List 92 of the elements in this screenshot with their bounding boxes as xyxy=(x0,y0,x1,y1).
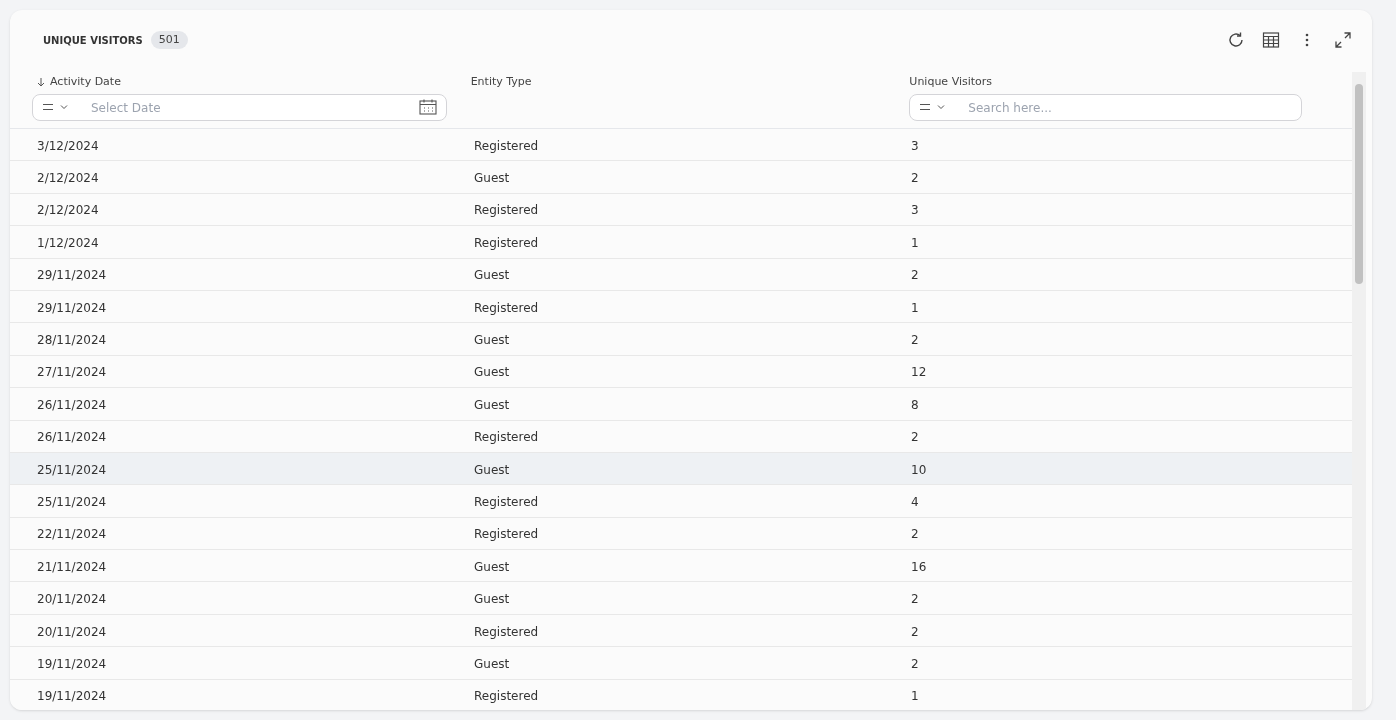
table-row[interactable]: 25/11/2024 Registered 4 xyxy=(10,485,1352,518)
table-cell: 22/11/2024 xyxy=(37,527,107,542)
table-cell: Guest xyxy=(474,397,510,412)
table-cell: Registered xyxy=(474,495,539,509)
table-cell: 21/11/2024 xyxy=(37,559,107,574)
operator-dropdown[interactable] xyxy=(919,103,946,111)
table-cell: 16 xyxy=(911,559,927,574)
scrollbar-thumb[interactable] xyxy=(1355,84,1363,284)
table-cell: 28/11/2024 xyxy=(37,333,107,348)
table-cell: Guest xyxy=(474,462,510,477)
table-row[interactable]: 28/11/2024 Guest 2 xyxy=(10,323,1352,356)
table-cell: Guest xyxy=(474,333,510,348)
table-row[interactable]: 21/11/2024 Guest 16 xyxy=(10,550,1352,583)
table-cell: Registered xyxy=(474,138,539,153)
column-header[interactable]: Entity Type xyxy=(470,73,532,91)
table-cell: 2/12/2024 xyxy=(37,203,99,218)
count-badge: 501 xyxy=(150,30,188,50)
table-cell: Guest xyxy=(474,365,510,380)
table-cell: 3/12/2024 xyxy=(37,138,99,153)
table-cell: 2/12/2024 xyxy=(37,171,99,186)
table-cell: 20/11/2024 xyxy=(37,624,107,639)
equals-icon xyxy=(919,103,932,111)
table-cell: 26/11/2024 xyxy=(37,397,107,412)
table-cell: 2 xyxy=(911,527,919,542)
table-cell: Registered xyxy=(474,235,539,250)
table-cell: 1 xyxy=(911,689,919,704)
table-row[interactable]: 2/12/2024 Registered 3 xyxy=(10,193,1352,227)
expand-icon[interactable] xyxy=(1334,31,1352,49)
table-cell: 20/11/2024 xyxy=(37,592,107,607)
calendar-icon[interactable] xyxy=(419,99,437,115)
table-cell: 26/11/2024 xyxy=(37,430,107,445)
table-row[interactable]: 1/12/2024 Registered 1 xyxy=(10,226,1352,259)
table-cell: 2 xyxy=(911,268,919,283)
table-cell: 27/11/2024 xyxy=(37,365,107,380)
table-row[interactable]: 19/11/2024 Registered 1 xyxy=(10,679,1352,710)
operator-dropdown[interactable] xyxy=(42,103,68,111)
table-cell: 3 xyxy=(911,203,919,218)
refresh-icon[interactable] xyxy=(1226,30,1246,50)
table-cell: 2 xyxy=(911,430,919,445)
table-cell: Guest xyxy=(474,656,510,671)
table-cell: 2 xyxy=(911,624,919,639)
table-cell: 29/11/2024 xyxy=(37,268,107,283)
table-cell: Registered xyxy=(474,527,539,542)
table-cell: 10 xyxy=(911,462,927,477)
table-row[interactable]: 25/11/2024 Guest 10 xyxy=(10,452,1352,486)
table-cell: 2 xyxy=(911,656,919,671)
table-cell: Registered xyxy=(474,430,539,445)
table-cell: Registered xyxy=(474,203,539,218)
table-cell: 2 xyxy=(911,333,919,348)
table-cell: 19/11/2024 xyxy=(37,689,107,704)
table-row[interactable]: 26/11/2024 Registered 2 xyxy=(10,420,1352,453)
table-row[interactable]: 2/12/2024 Guest 2 xyxy=(10,161,1352,194)
table-icon[interactable] xyxy=(1262,31,1280,49)
table-row[interactable]: 20/11/2024 Guest 2 xyxy=(10,582,1352,615)
table-cell: 2 xyxy=(911,171,919,186)
table-cell: Registered xyxy=(474,689,539,704)
table-cell: 1 xyxy=(911,235,919,250)
table-cell: 25/11/2024 xyxy=(37,462,107,477)
table-row[interactable]: 3/12/2024 Registered 3 xyxy=(10,129,1352,162)
table-cell: 8 xyxy=(911,397,919,412)
table-row[interactable]: 26/11/2024 Guest 8 xyxy=(10,388,1352,421)
chevron-down-icon xyxy=(937,103,946,111)
search-field[interactable]: Search here... xyxy=(909,94,1303,121)
table-cell: Guest xyxy=(474,268,510,283)
table-cell: 12 xyxy=(911,365,927,380)
table-cell: 1/12/2024 xyxy=(37,235,99,250)
table-cell: Guest xyxy=(474,171,510,186)
table-row[interactable]: 27/11/2024 Guest 12 xyxy=(10,355,1352,389)
table-cell: 29/11/2024 xyxy=(37,300,107,315)
table-cell: 2 xyxy=(911,592,919,607)
table-cell: Guest xyxy=(474,559,510,574)
column-header[interactable]: Unique Visitors xyxy=(909,73,993,91)
table-cell: 19/11/2024 xyxy=(37,656,107,671)
chevron-down-icon xyxy=(60,103,68,111)
date-filter-field[interactable]: Select Date xyxy=(32,94,447,121)
table-row[interactable]: 20/11/2024 Registered 2 xyxy=(10,614,1352,648)
table-row[interactable]: 22/11/2024 Registered 2 xyxy=(10,517,1352,551)
table-cell: 4 xyxy=(911,495,919,509)
table-row[interactable]: 29/11/2024 Registered 1 xyxy=(10,290,1352,324)
table-cell: 3 xyxy=(911,138,919,153)
sort-arrow-icon[interactable] xyxy=(36,77,46,87)
table-cell: 1 xyxy=(911,300,919,315)
table-row[interactable]: 19/11/2024 Guest 2 xyxy=(10,647,1352,680)
scrollbar[interactable] xyxy=(1352,72,1366,710)
table-cell: Registered xyxy=(474,624,539,639)
table-cell: Registered xyxy=(474,300,539,315)
table-cell: 25/11/2024 xyxy=(37,495,107,509)
table-row[interactable]: 29/11/2024 Guest 2 xyxy=(10,258,1352,291)
panel-title: UNIQUE VISITORS xyxy=(43,33,143,48)
equals-icon xyxy=(42,103,54,111)
table-cell: Guest xyxy=(474,592,510,607)
column-header[interactable]: Activity Date xyxy=(50,73,121,91)
